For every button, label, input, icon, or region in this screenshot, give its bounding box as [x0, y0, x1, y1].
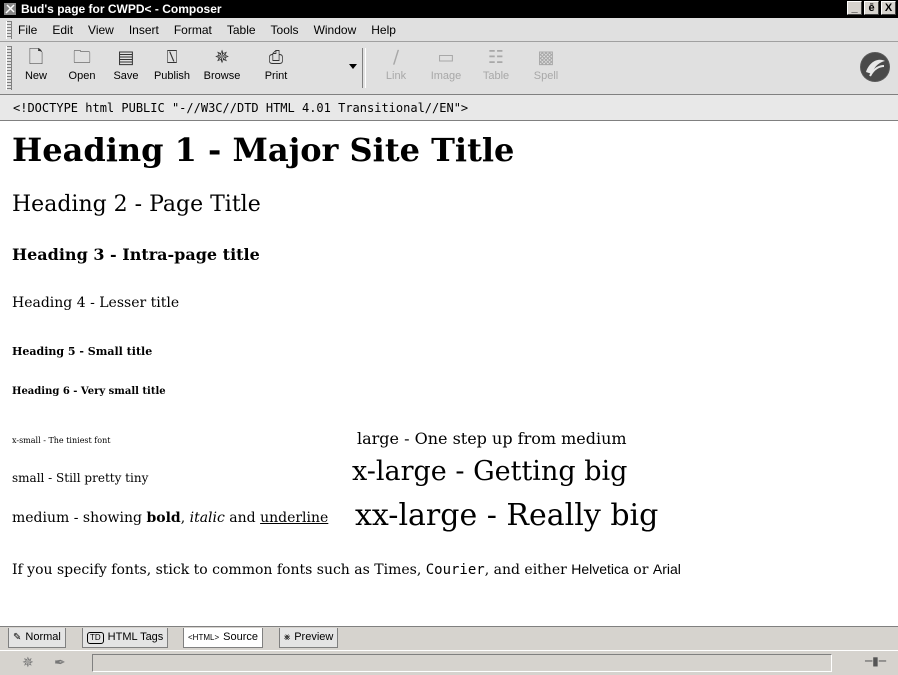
menu-tools[interactable]: Tools: [271, 23, 299, 37]
link-icon: ∕: [392, 47, 400, 68]
status-text-field: [92, 654, 832, 672]
medium-prefix: medium - showing: [12, 510, 147, 526]
window-title: Bud's page for CWPD< - Composer: [21, 2, 222, 16]
menu-help[interactable]: Help: [371, 23, 396, 37]
text-xsmall: x-small - The tiniest font: [12, 436, 111, 445]
heading-3: Heading 3 - Intra-page title: [12, 245, 260, 264]
browser-component-icon[interactable]: ✵: [22, 655, 34, 671]
tab-html-tags[interactable]: TD HTML Tags: [82, 628, 169, 648]
fonts-prefix: If you specify fonts, stick to common fo…: [12, 562, 426, 578]
italic-sample: italic: [189, 510, 225, 526]
tab-source[interactable]: <HTML> Source: [183, 628, 263, 648]
medium-separator-and: and: [224, 510, 261, 526]
spell-button[interactable]: ▩ Spell: [524, 46, 568, 92]
menu-window[interactable]: Window: [314, 23, 357, 37]
text-xxlarge: xx-large - Really big: [355, 498, 659, 533]
courier-sample: Courier: [425, 562, 485, 578]
heading-6: Heading 6 - Very small title: [12, 386, 166, 397]
floppy-icon: ▤: [117, 47, 135, 68]
image-button[interactable]: ▭ Image: [424, 46, 468, 92]
menu-bar: File Edit View Insert Format Table Tools…: [0, 18, 898, 42]
tab-normal-label: Normal: [25, 631, 61, 643]
window-controls: _ ē X: [847, 1, 896, 15]
status-bar: ✵ ✒ ─▮─: [0, 650, 898, 675]
spell-icon: ▩: [537, 47, 555, 68]
new-page-icon: 🗋: [28, 47, 44, 68]
save-button[interactable]: ▤ Save: [104, 46, 148, 92]
heading-1: Heading 1 - Major Site Title: [12, 131, 515, 169]
text-xlarge: x-large - Getting big: [352, 456, 628, 487]
heading-4: Heading 4 - Lesser title: [12, 295, 180, 311]
menu-insert[interactable]: Insert: [129, 23, 159, 37]
menu-edit[interactable]: Edit: [52, 23, 73, 37]
print-button[interactable]: ⎙ Print: [254, 46, 298, 92]
edit-component-icon[interactable]: ✒: [54, 655, 66, 671]
publish-icon: ⍂: [166, 47, 178, 68]
tab-html-tags-label: HTML Tags: [107, 631, 164, 643]
preview-icon: ⨳: [284, 632, 291, 643]
fonts-mid: , and either: [484, 562, 572, 578]
menu-table[interactable]: Table: [227, 23, 256, 37]
minimize-button[interactable]: _: [847, 1, 862, 15]
publish-button[interactable]: ⍂ Publish: [150, 46, 194, 92]
link-button[interactable]: ∕ Link: [374, 46, 418, 92]
folder-icon: 🗀: [73, 47, 91, 68]
html-tag-icon: <HTML>: [188, 633, 220, 642]
doctype-bar[interactable]: <!DOCTYPE html PUBLIC "-//W3C//DTD HTML …: [0, 95, 898, 121]
text-large: large - One step up from medium: [357, 429, 627, 448]
underline-sample: underline: [260, 510, 329, 526]
activity-throbber-icon: [860, 52, 890, 82]
medium-separator: ,: [180, 510, 190, 526]
td-tag-icon: TD: [87, 631, 104, 644]
pencil-icon: ✎: [13, 632, 22, 643]
text-small: small - Still pretty tiny: [12, 471, 149, 485]
tab-preview[interactable]: ⨳ Preview: [279, 628, 339, 648]
menubar-grip[interactable]: [6, 20, 12, 39]
composer-app-icon: [4, 3, 16, 15]
table-icon: ☷: [487, 47, 505, 68]
arial-sample: Arial: [652, 561, 681, 577]
image-icon: ▭: [437, 47, 455, 68]
tab-source-label: Source: [223, 631, 258, 643]
composition-toolbar: 🗋 New 🗀 Open ▤ Save ⍂ Publish ✵ Browse ⎙…: [0, 42, 898, 95]
fonts-or: or: [628, 562, 653, 578]
maximize-button[interactable]: ē: [864, 1, 879, 15]
title-bar: Bud's page for CWPD< - Composer _ ē X: [0, 0, 898, 18]
menu-file[interactable]: File: [18, 23, 37, 37]
helvetica-sample: Helvetica: [571, 561, 629, 577]
heading-5: Heading 5 - Small title: [12, 345, 153, 358]
open-button[interactable]: 🗀 Open: [60, 46, 104, 92]
toolbar-separator: [362, 48, 366, 88]
menu-format[interactable]: Format: [174, 23, 212, 37]
text-medium: medium - showing bold, italic and underl…: [12, 510, 328, 526]
bold-sample: bold: [146, 510, 181, 526]
heading-2: Heading 2 - Page Title: [12, 192, 261, 217]
browse-button[interactable]: ✵ Browse: [200, 46, 244, 92]
tab-preview-label: Preview: [294, 631, 334, 643]
tab-normal[interactable]: ✎ Normal: [8, 628, 66, 648]
browse-icon: ✵: [214, 47, 230, 68]
new-button[interactable]: 🗋 New: [14, 46, 58, 92]
print-dropdown-icon[interactable]: [349, 64, 357, 69]
document-content[interactable]: Heading 1 - Major Site Title Heading 2 -…: [0, 121, 898, 626]
printer-icon: ⎙: [268, 47, 284, 68]
close-button[interactable]: X: [881, 1, 896, 15]
table-button[interactable]: ☷ Table: [474, 46, 518, 92]
fonts-paragraph: If you specify fonts, stick to common fo…: [12, 561, 681, 578]
menu-view[interactable]: View: [88, 23, 114, 37]
edit-mode-tabs: ✎ Normal TD HTML Tags <HTML> Source ⨳ Pr…: [0, 626, 898, 650]
toolbar-grip[interactable]: [6, 46, 12, 90]
connection-status-icon: ─▮─: [864, 654, 886, 668]
